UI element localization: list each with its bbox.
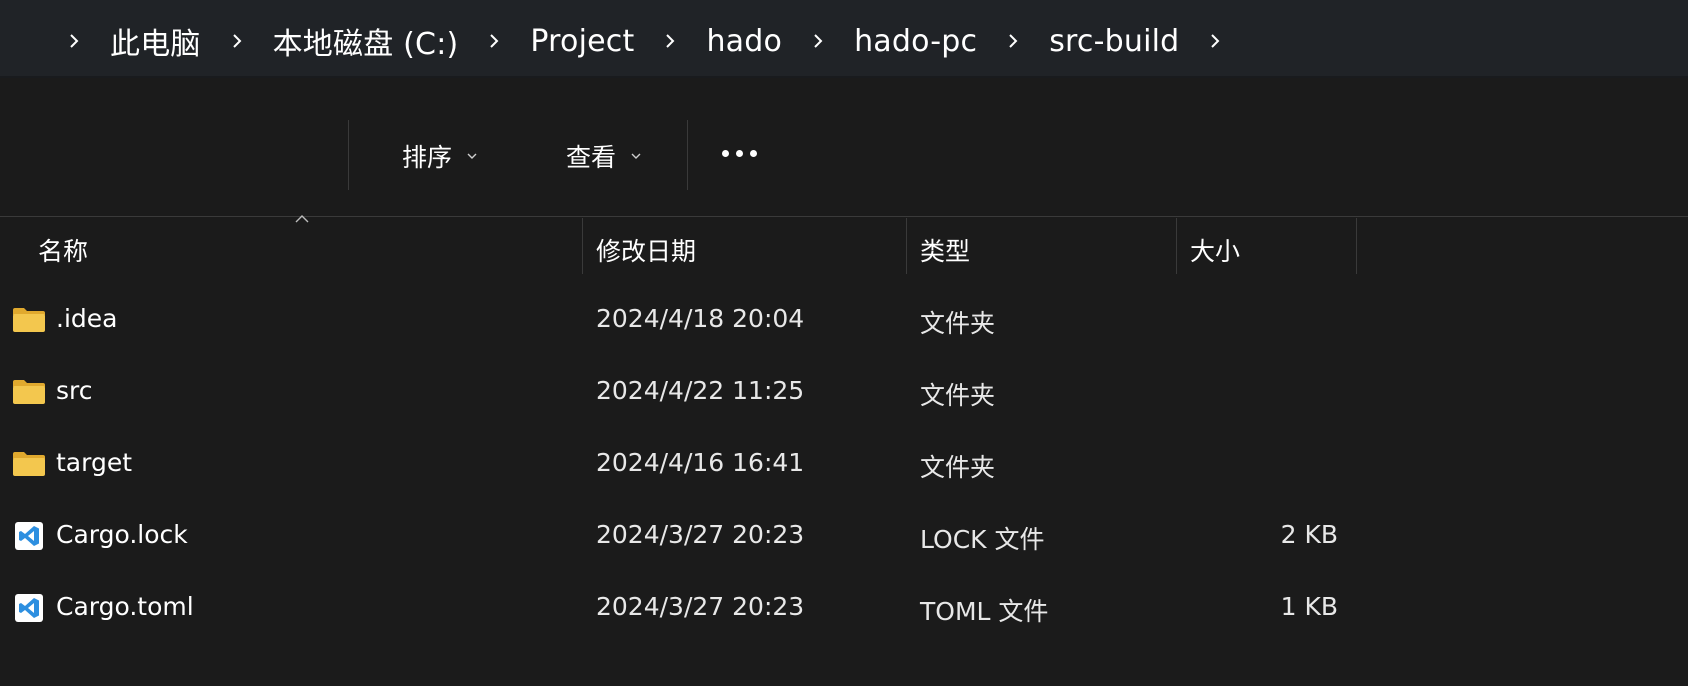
- chevron-down-icon: [631, 153, 641, 159]
- breadcrumb-item-hado[interactable]: hado: [702, 24, 786, 59]
- chevron-right-icon[interactable]: [225, 29, 249, 53]
- more-dot: [750, 150, 757, 157]
- chevron-right-icon[interactable]: [482, 29, 506, 53]
- file-name: target: [56, 448, 133, 477]
- file-modified: 2024/4/16 16:41: [596, 448, 805, 477]
- sort-ascending-caret-icon: [295, 215, 309, 223]
- breadcrumb-item-project[interactable]: Project: [526, 24, 638, 59]
- vscode-file-icon: [15, 594, 43, 622]
- address-bar[interactable]: 此电脑 本地磁盘 (C:) Project hado hado-pc src-b…: [0, 0, 1688, 76]
- chevron-down-icon: [467, 153, 477, 159]
- list-item[interactable]: .idea 2024/4/18 20:04 文件夹: [0, 286, 1688, 358]
- chevron-right-icon[interactable]: [806, 29, 830, 53]
- column-header-size[interactable]: 大小: [1190, 232, 1240, 268]
- list-item[interactable]: Cargo.lock 2024/3/27 20:23 LOCK 文件 2 KB: [0, 502, 1688, 574]
- file-name: Cargo.lock: [56, 520, 188, 549]
- file-modified: 2024/4/22 11:25: [596, 376, 805, 405]
- chevron-right-icon[interactable]: [658, 29, 682, 53]
- file-type: 文件夹: [920, 453, 996, 482]
- list-item[interactable]: src 2024/4/22 11:25 文件夹: [0, 358, 1688, 430]
- column-header-type[interactable]: 类型: [920, 232, 970, 268]
- sort-button[interactable]: 排序: [402, 136, 478, 176]
- more-dot: [736, 150, 743, 157]
- view-button-label: 查看: [566, 143, 617, 172]
- file-size: 1 KB: [1280, 592, 1338, 621]
- column-separator[interactable]: [582, 218, 583, 274]
- column-header-modified[interactable]: 修改日期: [596, 232, 696, 268]
- file-type: TOML 文件: [920, 597, 1049, 626]
- breadcrumb: 此电脑 本地磁盘 (C:) Project hado hado-pc src-b…: [0, 0, 1688, 82]
- file-name: .idea: [56, 304, 118, 333]
- toolbar-divider: [348, 120, 349, 190]
- sort-button-label: 排序: [402, 143, 453, 172]
- column-separator[interactable]: [1176, 218, 1177, 274]
- file-name: src: [56, 376, 93, 405]
- more-dot: [722, 150, 729, 157]
- more-options-button[interactable]: [722, 150, 757, 157]
- file-name: Cargo.toml: [56, 592, 194, 621]
- view-button[interactable]: 查看: [566, 136, 642, 176]
- file-modified: 2024/3/27 20:23: [596, 592, 805, 621]
- breadcrumb-item-hado-pc[interactable]: hado-pc: [850, 24, 981, 59]
- breadcrumb-item-this-pc[interactable]: 此电脑: [106, 19, 205, 63]
- column-separator[interactable]: [1356, 218, 1357, 274]
- file-modified: 2024/3/27 20:23: [596, 520, 805, 549]
- breadcrumb-item-local-disk[interactable]: 本地磁盘 (C:): [269, 19, 463, 63]
- column-header-name[interactable]: 名称: [38, 232, 88, 268]
- column-separator[interactable]: [906, 218, 907, 274]
- chevron-right-icon[interactable]: [62, 29, 86, 53]
- list-item[interactable]: target 2024/4/16 16:41 文件夹: [0, 430, 1688, 502]
- column-header-divider: [0, 216, 1688, 217]
- file-type: 文件夹: [920, 381, 996, 410]
- folder-icon: [13, 452, 45, 476]
- file-modified: 2024/4/18 20:04: [596, 304, 805, 333]
- command-bar: [0, 88, 1688, 210]
- file-type: LOCK 文件: [920, 525, 1045, 554]
- file-type: 文件夹: [920, 309, 996, 338]
- list-item[interactable]: Cargo.toml 2024/3/27 20:23 TOML 文件 1 KB: [0, 574, 1688, 646]
- chevron-right-icon[interactable]: [1001, 29, 1025, 53]
- file-size: 2 KB: [1280, 520, 1338, 549]
- folder-icon: [13, 380, 45, 404]
- chevron-right-icon[interactable]: [1203, 29, 1227, 53]
- vscode-file-icon: [15, 522, 43, 550]
- breadcrumb-item-src-build[interactable]: src-build: [1045, 24, 1183, 59]
- toolbar-divider: [687, 120, 688, 190]
- folder-icon: [13, 308, 45, 332]
